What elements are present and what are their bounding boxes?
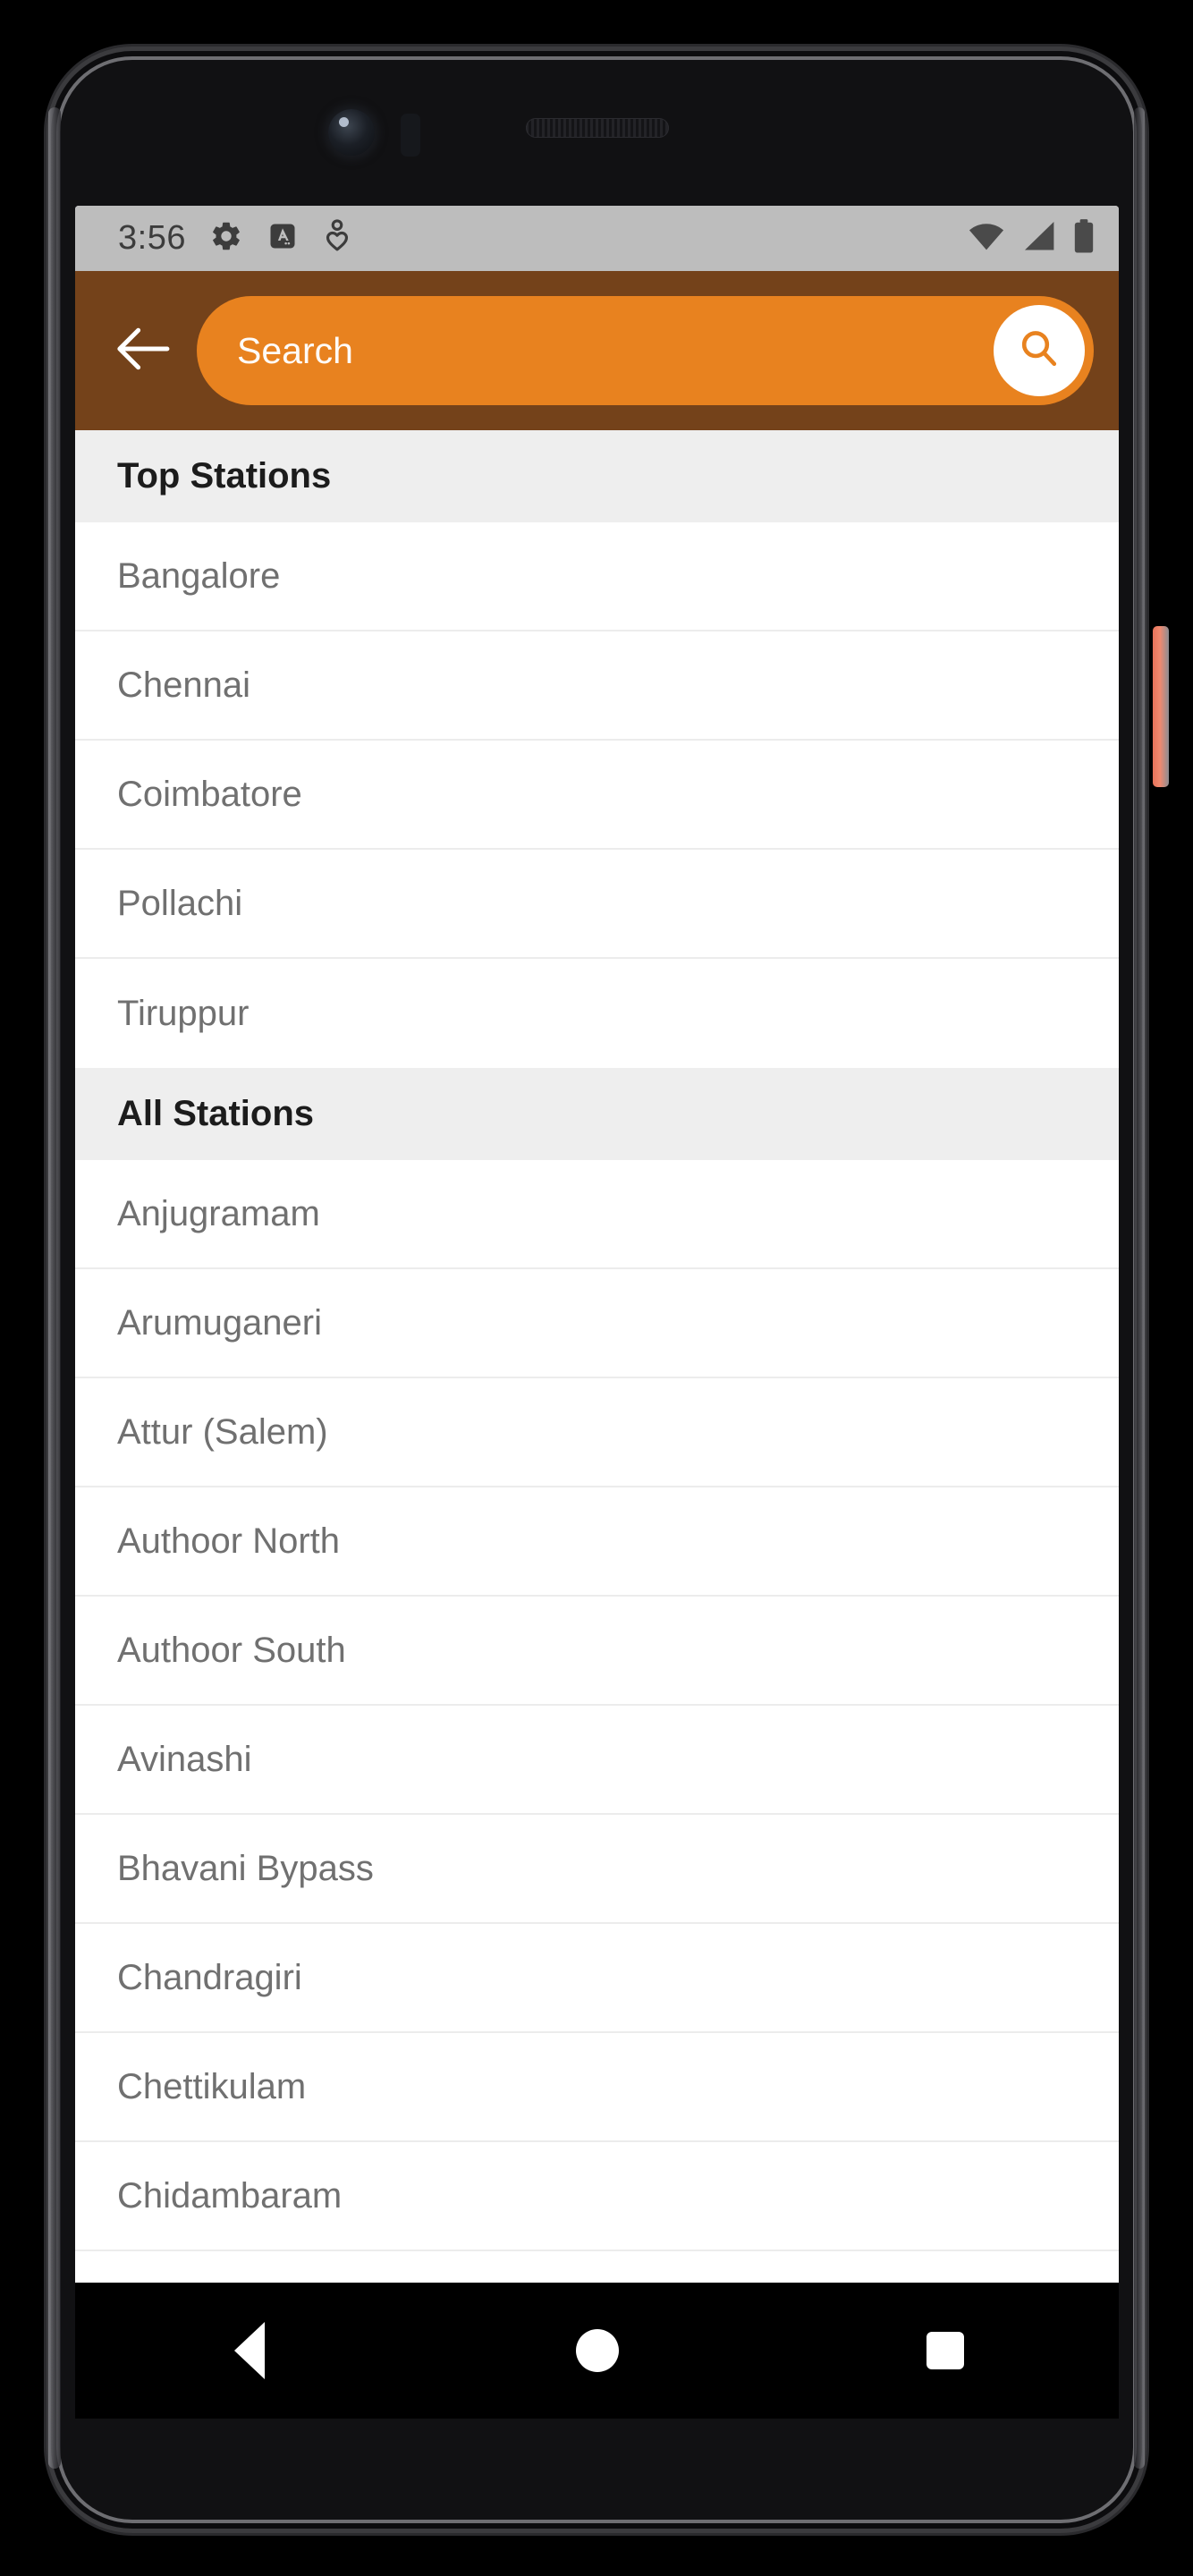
power-button[interactable] [1153, 626, 1169, 787]
list-item[interactable]: Arumuganeri [75, 1269, 1119, 1378]
station-name: Chidambaram [117, 2175, 343, 2216]
app-bar: Search [75, 271, 1119, 430]
status-bar-clock: 3:56 [118, 219, 186, 257]
phone-frame-left-edge [48, 107, 61, 2469]
station-name: Authoor North [117, 1521, 341, 1561]
wifi-icon [967, 219, 1006, 258]
home-circle-icon [575, 2329, 619, 2372]
proximity-sensor [401, 114, 420, 157]
station-name: Chandragiri [117, 1957, 302, 1997]
back-arrow-icon [115, 326, 171, 376]
station-name: Pollachi [117, 883, 243, 923]
search-field[interactable]: Search [197, 296, 1094, 405]
section-title: Top Stations [117, 456, 332, 496]
nav-back-button[interactable] [191, 2301, 308, 2400]
station-name: Bangalore [117, 555, 281, 596]
list-item[interactable]: Pollachi [75, 850, 1119, 959]
back-triangle-icon [233, 2322, 265, 2379]
status-bar-left-group: 3:56 [118, 219, 352, 258]
list-item[interactable]: Authoor South [75, 1597, 1119, 1706]
list-item[interactable]: Attur (Salem) [75, 1378, 1119, 1487]
list-item[interactable]: Chennai [75, 631, 1119, 741]
station-name: Chettikulam [117, 2066, 307, 2106]
android-navigation-bar [75, 2283, 1119, 2419]
gear-icon [209, 219, 243, 258]
list-item[interactable]: Chandragiri [75, 1924, 1119, 2033]
status-bar: 3:56 [75, 206, 1119, 271]
recents-square-icon [926, 2332, 964, 2369]
station-list: Top Stations Bangalore Chennai Coimbator… [75, 430, 1119, 2251]
search-icon [1016, 326, 1062, 377]
station-name: Anjugramam [117, 1193, 320, 1233]
phone-frame-right-edge [1134, 107, 1145, 2469]
station-name: Bhavani Bypass [117, 1848, 374, 1888]
search-input[interactable]: Search [237, 330, 994, 372]
list-item[interactable]: Tiruppur [75, 959, 1119, 1068]
station-name: Tiruppur [117, 993, 250, 1033]
section-header-top-stations: Top Stations [75, 430, 1119, 522]
back-button[interactable] [106, 313, 181, 388]
phone-screen: 3:56 Search Top Stations Bangalore Chenn… [75, 206, 1119, 2367]
list-item[interactable]: Chettikulam [75, 2033, 1119, 2142]
screenshot-stage: 3:56 Search Top Stations Bangalore Chenn… [0, 0, 1193, 2576]
list-item[interactable]: Bhavani Bypass [75, 1815, 1119, 1924]
list-item[interactable]: Coimbatore [75, 741, 1119, 850]
station-name: Attur (Salem) [117, 1411, 328, 1452]
list-item[interactable]: Anjugramam [75, 1160, 1119, 1269]
station-name: Coimbatore [117, 774, 302, 814]
search-submit-button[interactable] [994, 305, 1085, 396]
station-name: Avinashi [117, 1739, 252, 1779]
section-header-all-stations: All Stations [75, 1068, 1119, 1160]
earpiece-speaker [526, 118, 669, 138]
cellular-signal-icon [1021, 219, 1057, 258]
list-item[interactable]: Avinashi [75, 1706, 1119, 1815]
front-camera [328, 109, 375, 156]
section-title: All Stations [117, 1094, 315, 1133]
battery-icon [1072, 218, 1096, 258]
list-item[interactable]: Authoor North [75, 1487, 1119, 1597]
station-name: Authoor South [117, 1630, 346, 1670]
list-item[interactable]: Chidambaram [75, 2142, 1119, 2251]
person-heart-icon [322, 219, 352, 258]
front-camera-glint [339, 117, 349, 127]
list-item[interactable]: Bangalore [75, 522, 1119, 631]
station-name: Chennai [117, 665, 251, 705]
status-bar-right-group [967, 218, 1096, 258]
a-badge-icon [267, 220, 299, 257]
nav-home-button[interactable] [539, 2301, 656, 2400]
nav-recents-button[interactable] [887, 2301, 1003, 2400]
station-name: Arumuganeri [117, 1302, 323, 1343]
